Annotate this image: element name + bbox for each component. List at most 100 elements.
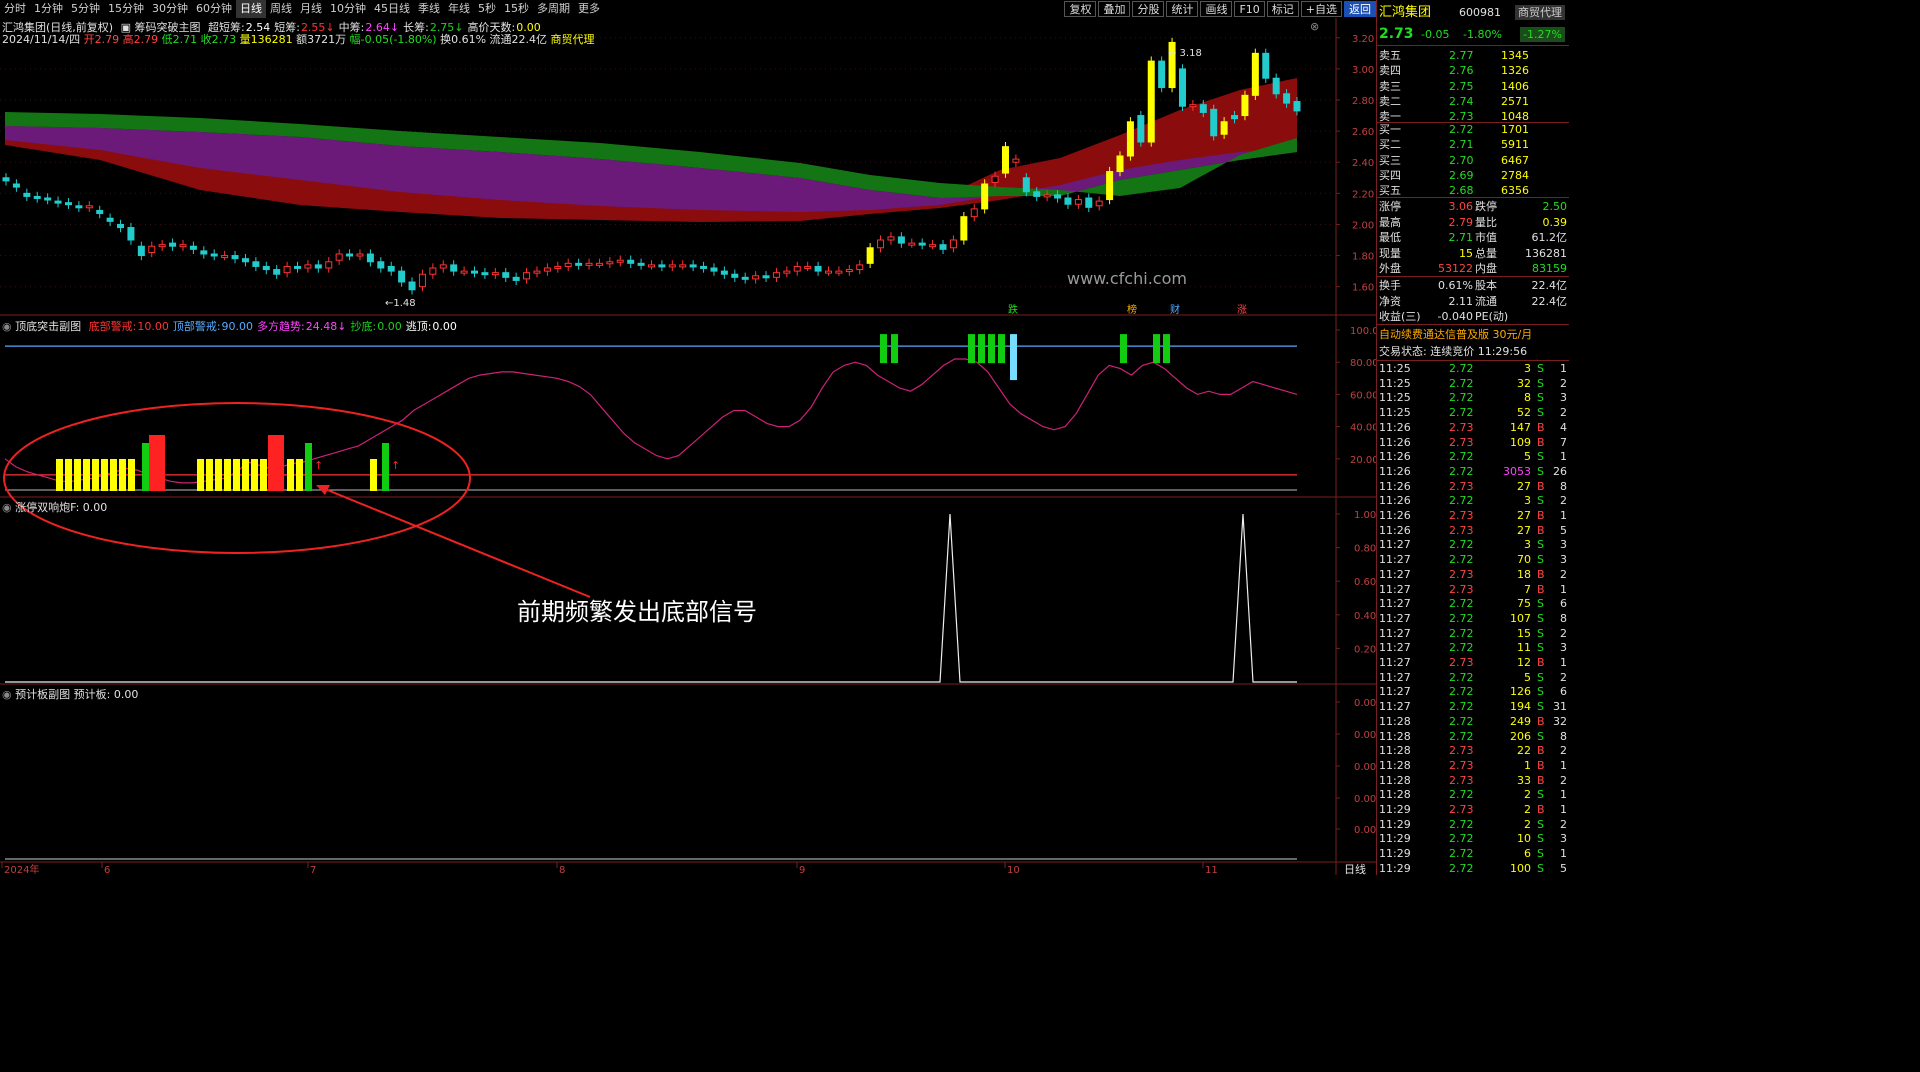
toolbar-button[interactable]: 复权: [1064, 1, 1097, 17]
tick-side: S: [1537, 641, 1544, 655]
ohlc-line: 2024/11/14/四 开2.79 高2.79 低2.71 收2.73 量13…: [2, 31, 595, 47]
sector-badge: 商贸代理: [1515, 5, 1565, 20]
timeframe-tab[interactable]: 10分钟: [326, 0, 370, 18]
signal-bar: [92, 459, 99, 491]
tick-price: 2.72: [1449, 641, 1474, 655]
price-pct: -1.80%: [1463, 28, 1502, 41]
tick-side: B: [1537, 567, 1545, 581]
timeframe-tab[interactable]: 5分钟: [67, 0, 104, 18]
ask-label: 卖四: [1379, 64, 1401, 78]
timeframe-tab[interactable]: 分时: [0, 0, 30, 18]
tick-volume: 75: [1517, 597, 1531, 611]
toolbar-button[interactable]: 分股: [1132, 1, 1165, 17]
tick-row: 11:28 2.73 22 B 2: [1377, 743, 1569, 758]
timeframe-tab[interactable]: 月线: [296, 0, 326, 18]
top-signal-bar: [998, 334, 1005, 364]
tick-time: 11:27: [1379, 700, 1411, 714]
high-price-label: ← 3.18: [1168, 48, 1202, 59]
candle-body: [169, 242, 177, 247]
candle-body: [970, 208, 978, 218]
tick-time: 11:28: [1379, 758, 1411, 772]
timeframe-tab[interactable]: 45日线: [370, 0, 414, 18]
tick-count: 5: [1560, 523, 1567, 537]
toolbar-button[interactable]: +自选: [1300, 1, 1342, 17]
toolbar-button[interactable]: 返回: [1344, 1, 1376, 17]
tick-count: 6: [1560, 597, 1567, 611]
candle-body: [762, 275, 770, 279]
tick-count: 3: [1560, 391, 1567, 405]
timeframe-tab[interactable]: 多周期: [533, 0, 574, 18]
candle-body: [75, 205, 83, 209]
timeframe-tab[interactable]: 1分钟: [30, 0, 67, 18]
timeframe-tab[interactable]: 更多: [574, 0, 604, 18]
toolbar-button[interactable]: 标记: [1266, 1, 1299, 17]
timeframe-tab[interactable]: 60分钟: [192, 0, 236, 18]
timeframe-tab[interactable]: 15秒: [500, 0, 533, 18]
bar-open: 开2.79: [83, 33, 120, 46]
timeframe-tab[interactable]: 30分钟: [148, 0, 192, 18]
sub1-label: 底部警戒:: [88, 320, 137, 333]
tick-row: 11:27 2.72 5 S 2: [1377, 670, 1569, 685]
price-label: 1.60: [1352, 283, 1374, 294]
text: 2.50: [1542, 200, 1568, 213]
tick-row: 11:25 2.72 8 S 3: [1377, 390, 1569, 405]
sub2-title[interactable]: 涨停双响炮F:: [15, 501, 79, 514]
candle-body: [1106, 171, 1114, 201]
close-panel-icon[interactable]: ⊗: [1310, 20, 1319, 33]
top-signal-bar: [1120, 334, 1127, 364]
tick-side: S: [1537, 685, 1544, 699]
candle-body: [1085, 197, 1093, 208]
text: 收益(三): [1379, 310, 1421, 323]
tick-count: 32: [1553, 714, 1567, 728]
tick-price: 2.72: [1449, 670, 1474, 684]
tick-side: B: [1537, 582, 1545, 596]
kline-chart-area[interactable]: 3.20 3.00 2.80 2.60 2.40 2.20 2.00 1.80 1.60 ← 3.…: [0, 0, 1376, 875]
toolbar-button[interactable]: 统计: [1166, 1, 1199, 17]
candle-body: [1293, 101, 1301, 112]
bid-label: 买五: [1379, 184, 1401, 198]
sub2-menu-icon[interactable]: ◉: [2, 501, 12, 514]
timeframe-tab[interactable]: 5秒: [474, 0, 500, 18]
sub3-axis-label: 0.00: [1354, 794, 1376, 805]
candle-body: [939, 244, 947, 250]
timeframe-tab[interactable]: 年线: [444, 0, 474, 18]
tick-price: 2.73: [1449, 420, 1474, 434]
x-axis-label: 6: [104, 865, 110, 875]
toolbar-button[interactable]: F10: [1234, 1, 1265, 17]
sub3-title[interactable]: 预计板副图: [15, 688, 70, 701]
sub1-title[interactable]: 顶底突击副图: [15, 320, 81, 333]
tick-row: 11:27 2.72 11 S 3: [1377, 640, 1569, 655]
sub1-value: 10.00: [137, 320, 169, 333]
sub2-axis-label: 0.80: [1354, 544, 1376, 555]
timeframe-tab[interactable]: 季线: [414, 0, 444, 18]
candle-body: [877, 239, 885, 249]
candle-body: [23, 192, 31, 197]
timeframe-tab[interactable]: 周线: [266, 0, 296, 18]
ask-price: 2.74: [1449, 94, 1474, 108]
tick-time: 11:27: [1379, 567, 1411, 581]
period-label[interactable]: 日线: [1344, 862, 1366, 875]
timeframe-tab[interactable]: 15分钟: [104, 0, 148, 18]
tick-row: 11:27 2.73 18 B 2: [1377, 567, 1569, 582]
text: 总量: [1475, 246, 1497, 260]
stat-row: 换手 0.61% 股本 22.4亿: [1377, 278, 1569, 293]
tick-volume: 147: [1510, 420, 1531, 434]
candle-body: [1147, 60, 1155, 143]
tick-count: 8: [1560, 611, 1567, 625]
tick-time: 11:28: [1379, 773, 1411, 787]
sub3-menu-icon[interactable]: ◉: [2, 688, 12, 701]
candle-body: [64, 202, 72, 206]
signal-bar: [242, 459, 249, 491]
tick-volume: 2: [1524, 803, 1531, 816]
tick-side: S: [1537, 464, 1544, 478]
ask-volume: 1326: [1501, 64, 1529, 78]
tick-side: B: [1537, 420, 1545, 434]
bid-label: 买一: [1379, 123, 1401, 136]
toolbar-button[interactable]: 叠加: [1098, 1, 1131, 17]
tick-price: 2.72: [1449, 464, 1474, 478]
candle-body: [627, 259, 635, 264]
timeframe-tab[interactable]: 日线: [236, 0, 266, 18]
sub1-value: 0.00: [377, 320, 402, 333]
sub1-menu-icon[interactable]: ◉: [2, 320, 12, 333]
toolbar-button[interactable]: 画线: [1200, 1, 1233, 17]
